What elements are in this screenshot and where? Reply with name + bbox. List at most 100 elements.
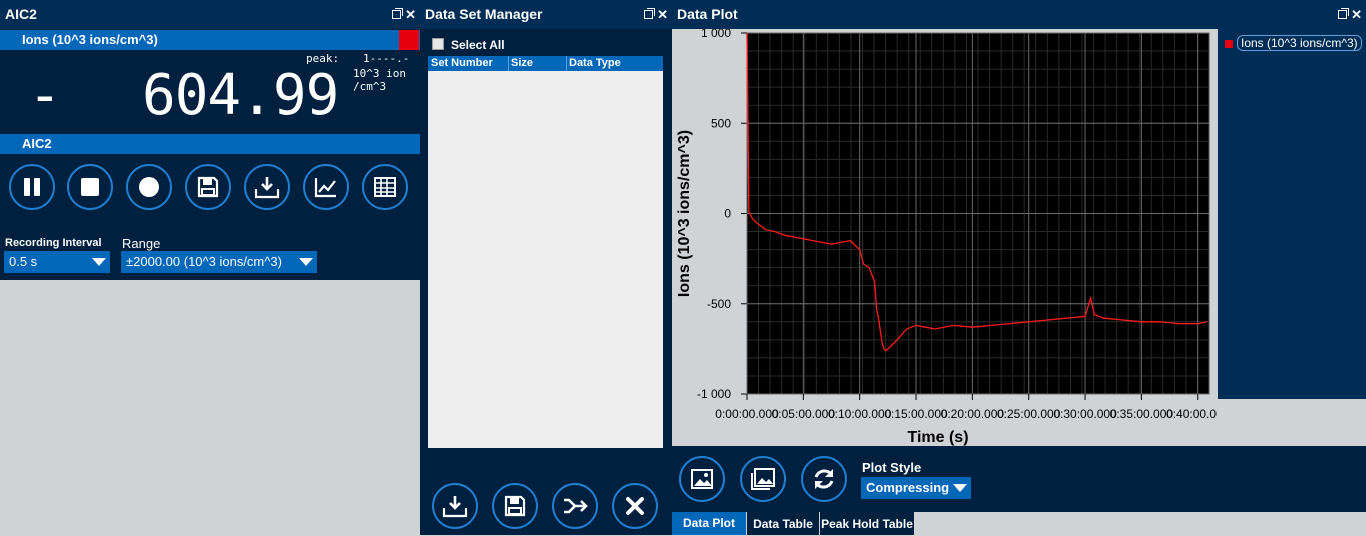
device-header: AIC2 bbox=[0, 134, 420, 154]
save-dataset-button[interactable] bbox=[492, 483, 538, 529]
channel-header: Ions (10^3 ions/cm^3) bbox=[0, 30, 420, 50]
column-size[interactable]: Size bbox=[511, 57, 533, 69]
x-tick-label: 0:30:00.000 bbox=[1053, 407, 1117, 421]
legend-panel: Ions (10^3 ions/cm^3) bbox=[1217, 29, 1366, 399]
x-tick-label: 0:25:00.000 bbox=[997, 407, 1061, 421]
y-tick-label: 1 000 bbox=[701, 29, 731, 40]
pause-icon bbox=[24, 178, 40, 196]
x-tick-label: 0:35:00.000 bbox=[1110, 407, 1174, 421]
channel-label: Ions (10^3 ions/cm^3) bbox=[22, 32, 158, 47]
x-tick-label: 0:15:00.000 bbox=[884, 407, 948, 421]
range-label: Range bbox=[122, 236, 161, 251]
stop-icon bbox=[81, 178, 99, 196]
x-tick-label: 0:05:00.000 bbox=[772, 407, 836, 421]
image-icon bbox=[691, 469, 713, 489]
close-icon[interactable]: ✕ bbox=[405, 8, 416, 21]
plot-style-select[interactable]: Compressing bbox=[861, 477, 971, 499]
reading-sign: - bbox=[28, 63, 62, 128]
floppy-icon bbox=[197, 176, 219, 198]
image-copy-icon bbox=[751, 468, 775, 490]
aic2-title: AIC2 bbox=[5, 6, 37, 22]
tab-data-table[interactable]: Data Table bbox=[747, 512, 819, 535]
tab-data-plot-label: Data Plot bbox=[682, 516, 735, 530]
floppy-icon bbox=[504, 495, 526, 517]
save-image-button[interactable] bbox=[679, 456, 725, 502]
dataset-table-header: Set Number Size Data Type bbox=[428, 56, 663, 71]
download-icon bbox=[442, 496, 468, 518]
peak-label: peak: bbox=[306, 52, 340, 65]
range-select[interactable]: ±2000.00 (10^3 ions/cm^3) bbox=[121, 251, 317, 273]
recording-interval-select[interactable]: 0.5 s bbox=[4, 251, 110, 273]
refresh-icon bbox=[814, 469, 834, 489]
plot-area-bg: 1 000 500 0 -500 -1 000 0:00:00.000 0:05:00.00… bbox=[672, 29, 1217, 446]
data-plot-titlebar: Data Plot ✕ bbox=[672, 0, 1366, 29]
range-value: ±2000.00 (10^3 ions/cm^3) bbox=[126, 254, 282, 269]
unit-line2: /cm^3 bbox=[353, 80, 387, 93]
plot-style-label: Plot Style bbox=[862, 460, 922, 475]
data-plot-panel: Data Plot ✕ 1 000 500 0 -500 -1 000 0:00:00.0… bbox=[672, 0, 1366, 535]
x-tick-label: 0:40:00.000 bbox=[1166, 407, 1217, 421]
y-tick-label: -500 bbox=[707, 297, 731, 311]
pause-button[interactable] bbox=[9, 164, 55, 210]
dataset-manager-panel: Data Set Manager ✕ Select All Set Number… bbox=[420, 0, 672, 535]
chevron-down-icon bbox=[949, 477, 971, 499]
unit-line1: 10^3 ion bbox=[353, 67, 406, 80]
dataset-manager-title: Data Set Manager bbox=[425, 6, 543, 22]
select-all-checkbox[interactable] bbox=[432, 38, 444, 50]
stop-button[interactable] bbox=[67, 164, 113, 210]
merge-icon bbox=[564, 498, 588, 514]
chart-button[interactable] bbox=[303, 164, 349, 210]
maximize-icon[interactable] bbox=[392, 8, 404, 19]
peak-value: 1----.- bbox=[363, 52, 410, 65]
refresh-button[interactable] bbox=[801, 456, 847, 502]
download-icon bbox=[254, 177, 280, 199]
chevron-down-icon bbox=[88, 251, 110, 273]
x-tick-label: 0:10:00.000 bbox=[828, 407, 892, 421]
close-icon[interactable]: ✕ bbox=[657, 8, 668, 21]
bottom-tabs: Data Plot Data Table Peak Hold Table bbox=[672, 512, 1366, 535]
y-tick-label: 500 bbox=[711, 116, 731, 130]
legend-entry[interactable]: Ions (10^3 ions/cm^3) bbox=[1237, 35, 1362, 51]
maximize-icon[interactable] bbox=[1338, 8, 1350, 19]
table-icon bbox=[374, 177, 396, 197]
copy-image-button[interactable] bbox=[740, 456, 786, 502]
tab-data-plot[interactable]: Data Plot bbox=[672, 512, 746, 535]
tab-peak-hold-table[interactable]: Peak Hold Table bbox=[820, 512, 914, 535]
y-axis-label: Ions (10^3 ions/cm^3) bbox=[676, 130, 693, 297]
y-tick-label: 0 bbox=[724, 207, 731, 221]
aic2-panel: AIC2 ✕ Ions (10^3 ions/cm^3) - 604.99 pe… bbox=[0, 0, 420, 535]
recording-interval-label: Recording Interval bbox=[5, 237, 102, 249]
delete-button[interactable] bbox=[612, 483, 658, 529]
table-button[interactable] bbox=[362, 164, 408, 210]
x-axis-label: Time (s) bbox=[907, 429, 968, 446]
recording-interval-value: 0.5 s bbox=[9, 254, 38, 269]
column-set-number[interactable]: Set Number bbox=[431, 57, 509, 69]
record-icon bbox=[139, 177, 159, 197]
aic2-body: Ions (10^3 ions/cm^3) - 604.99 peak: 1--… bbox=[0, 29, 420, 280]
record-button[interactable] bbox=[126, 164, 172, 210]
dataset-manager-titlebar: Data Set Manager ✕ bbox=[420, 0, 672, 29]
x-tick-label: 0:00:00.000 bbox=[715, 407, 779, 421]
close-icon bbox=[626, 497, 644, 515]
reading-value: 604.99 bbox=[142, 63, 339, 128]
merge-button[interactable] bbox=[552, 483, 598, 529]
import-button[interactable] bbox=[432, 483, 478, 529]
data-plot-title: Data Plot bbox=[677, 6, 738, 22]
download-button[interactable] bbox=[244, 164, 290, 210]
maximize-icon[interactable] bbox=[644, 8, 656, 19]
line-chart[interactable]: 1 000 500 0 -500 -1 000 0:00:00.0000:05:00.00… bbox=[672, 29, 1217, 446]
channel-color-swatch bbox=[399, 30, 419, 50]
save-button[interactable] bbox=[185, 164, 231, 210]
plot-toolbar: Plot Style Compressing bbox=[672, 446, 1366, 512]
tab-data-table-label: Data Table bbox=[753, 517, 813, 531]
device-label: AIC2 bbox=[22, 136, 52, 151]
column-data-type[interactable]: Data Type bbox=[569, 57, 621, 69]
chevron-down-icon bbox=[295, 251, 317, 273]
close-icon[interactable]: ✕ bbox=[1351, 8, 1362, 21]
select-all-label: Select All bbox=[451, 38, 505, 52]
x-tick-label: 0:20:00.000 bbox=[941, 407, 1005, 421]
legend-color-swatch bbox=[1225, 40, 1233, 48]
plot-style-value: Compressing bbox=[866, 480, 950, 495]
dataset-table: Set Number Size Data Type bbox=[428, 56, 663, 448]
y-tick-label: -1 000 bbox=[697, 387, 731, 401]
